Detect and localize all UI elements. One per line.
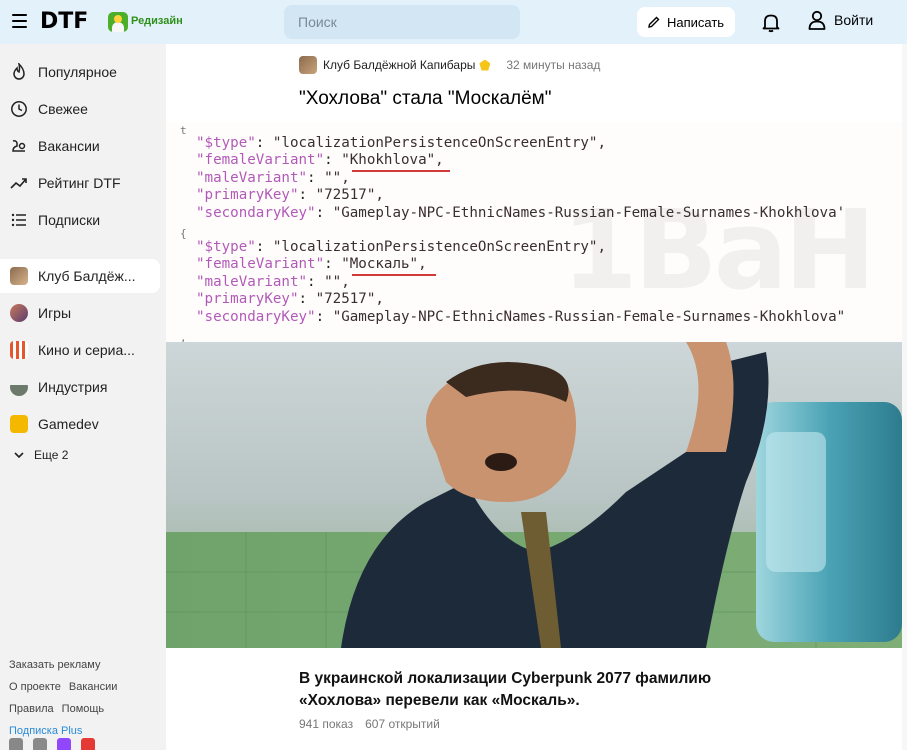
verified-badge-icon bbox=[479, 59, 491, 71]
trend-icon bbox=[10, 174, 28, 192]
sidebar-footer: Заказать рекламу О проекте Вакансии Прави… bbox=[9, 654, 125, 742]
clock-icon bbox=[10, 100, 28, 118]
footer-ads-link[interactable]: Заказать рекламу bbox=[9, 659, 100, 671]
brace-mark: t bbox=[180, 124, 187, 137]
code-screenshot: 1BaH t "$type": "localizationPersistence… bbox=[166, 122, 902, 342]
red-underline-1 bbox=[352, 170, 450, 172]
json-block-2: "$type": "localizationPersistenceOnScree… bbox=[196, 239, 846, 325]
write-button[interactable]: Написать bbox=[637, 7, 735, 37]
login-label: Войти bbox=[834, 12, 874, 28]
meme-photo-image bbox=[166, 342, 902, 648]
sidebar-item-label: Подписки bbox=[38, 212, 101, 228]
post-content: Клуб Балдёжной Капибары 32 минуты назад … bbox=[166, 44, 902, 750]
sidebar-subsite-club[interactable]: Клуб Балдёж... bbox=[0, 259, 160, 293]
sidebar-item-rating[interactable]: Рейтинг DTF bbox=[0, 166, 160, 200]
gamedev-avatar-icon bbox=[10, 415, 28, 433]
sidebar-item-label: Свежее bbox=[38, 101, 88, 117]
briefcase-icon bbox=[10, 137, 28, 155]
sidebar-subsite-label: Gamedev bbox=[38, 416, 99, 432]
redesign-badge-icon[interactable] bbox=[108, 12, 128, 32]
user-icon bbox=[808, 10, 826, 30]
sidebar-subsite-label: Индустрия bbox=[38, 379, 108, 395]
red-underline-2 bbox=[352, 274, 436, 276]
brace-mark: { bbox=[180, 227, 187, 240]
footer-help-link[interactable]: Помощь bbox=[62, 703, 105, 715]
login-button[interactable]: Войти bbox=[808, 10, 873, 30]
post-time[interactable]: 32 минуты назад bbox=[506, 58, 600, 72]
apple-icon[interactable] bbox=[9, 738, 23, 750]
flame-icon bbox=[10, 63, 28, 81]
brace-mark: , bbox=[180, 331, 187, 342]
footer-rules-link[interactable]: Правила bbox=[9, 703, 54, 715]
views-count: 941 показ bbox=[299, 717, 354, 731]
sidebar-item-subscriptions[interactable]: Подписки bbox=[0, 203, 160, 237]
opens-count: 607 открытий bbox=[365, 717, 440, 731]
sidebar-subsite-gamedev[interactable]: Gamedev bbox=[0, 407, 160, 441]
footer-jobs-link[interactable]: Вакансии bbox=[69, 681, 118, 693]
footer-plus-link[interactable]: Подписка Plus bbox=[9, 725, 82, 737]
sidebar-item-label: Рейтинг DTF bbox=[38, 175, 121, 191]
games-avatar-icon bbox=[10, 304, 28, 322]
page-scrollbar[interactable] bbox=[902, 44, 907, 750]
industry-avatar-icon bbox=[10, 378, 28, 396]
twitch-icon[interactable] bbox=[57, 738, 71, 750]
list-icon bbox=[10, 211, 28, 229]
chevron-down-icon bbox=[14, 451, 24, 458]
json-block-1: "$type": "localizationPersistenceOnScree… bbox=[196, 135, 846, 221]
bell-icon[interactable] bbox=[760, 11, 782, 33]
sidebar-subsite-label: Кино и сериа... bbox=[38, 342, 135, 358]
sidebar-item-label: Популярное bbox=[38, 64, 117, 80]
sidebar-item-label: Вакансии bbox=[38, 138, 100, 154]
post-stats: 941 показ 607 открытий bbox=[299, 717, 440, 731]
youtube-icon[interactable] bbox=[81, 738, 95, 750]
popcorn-icon bbox=[10, 341, 28, 359]
redesign-label[interactable]: Редизайн bbox=[131, 15, 183, 27]
sidebar-subsite-movies[interactable]: Кино и сериа... bbox=[0, 333, 160, 367]
write-button-label: Написать bbox=[666, 14, 725, 30]
more-label: Еще 2 bbox=[34, 448, 69, 462]
more-subsites-button[interactable]: Еще 2 bbox=[14, 448, 68, 462]
footer-about-link[interactable]: О проекте bbox=[9, 681, 61, 693]
sidebar-subsite-label: Игры bbox=[38, 305, 72, 321]
search-input[interactable] bbox=[284, 5, 520, 39]
club-avatar-icon[interactable] bbox=[299, 56, 317, 74]
menu-icon[interactable] bbox=[12, 14, 27, 28]
dtf-logo[interactable]: DTF bbox=[40, 9, 88, 34]
sidebar-subsite-industry[interactable]: Индустрия bbox=[0, 370, 160, 404]
sidebar-subsite-games[interactable]: Игры bbox=[0, 296, 160, 330]
club-name-link[interactable]: Клуб Балдёжной Капибары bbox=[323, 58, 475, 72]
pencil-icon bbox=[648, 16, 660, 28]
post-caption[interactable]: В украинской локализации Cyberpunk 2077 … bbox=[299, 668, 729, 712]
sidebar-item-jobs[interactable]: Вакансии bbox=[0, 129, 160, 163]
social-links bbox=[9, 738, 95, 750]
sidebar-subsite-label: Клуб Балдёж... bbox=[38, 268, 136, 284]
club-avatar-icon bbox=[10, 267, 28, 285]
sidebar-item-popular[interactable]: Популярное bbox=[0, 55, 160, 89]
android-icon[interactable] bbox=[33, 738, 47, 750]
post-title[interactable]: "Хохлова" стала "Москалём" bbox=[299, 88, 552, 110]
sidebar-item-fresh[interactable]: Свежее bbox=[0, 92, 160, 126]
post-meta: Клуб Балдёжной Капибары 32 минуты назад bbox=[299, 56, 600, 74]
top-header: DTF Редизайн Написать Войти bbox=[0, 0, 907, 44]
post-image[interactable] bbox=[166, 342, 902, 648]
sidebar: Популярное Свежее Вакансии Рейтинг DTF П… bbox=[0, 44, 166, 750]
